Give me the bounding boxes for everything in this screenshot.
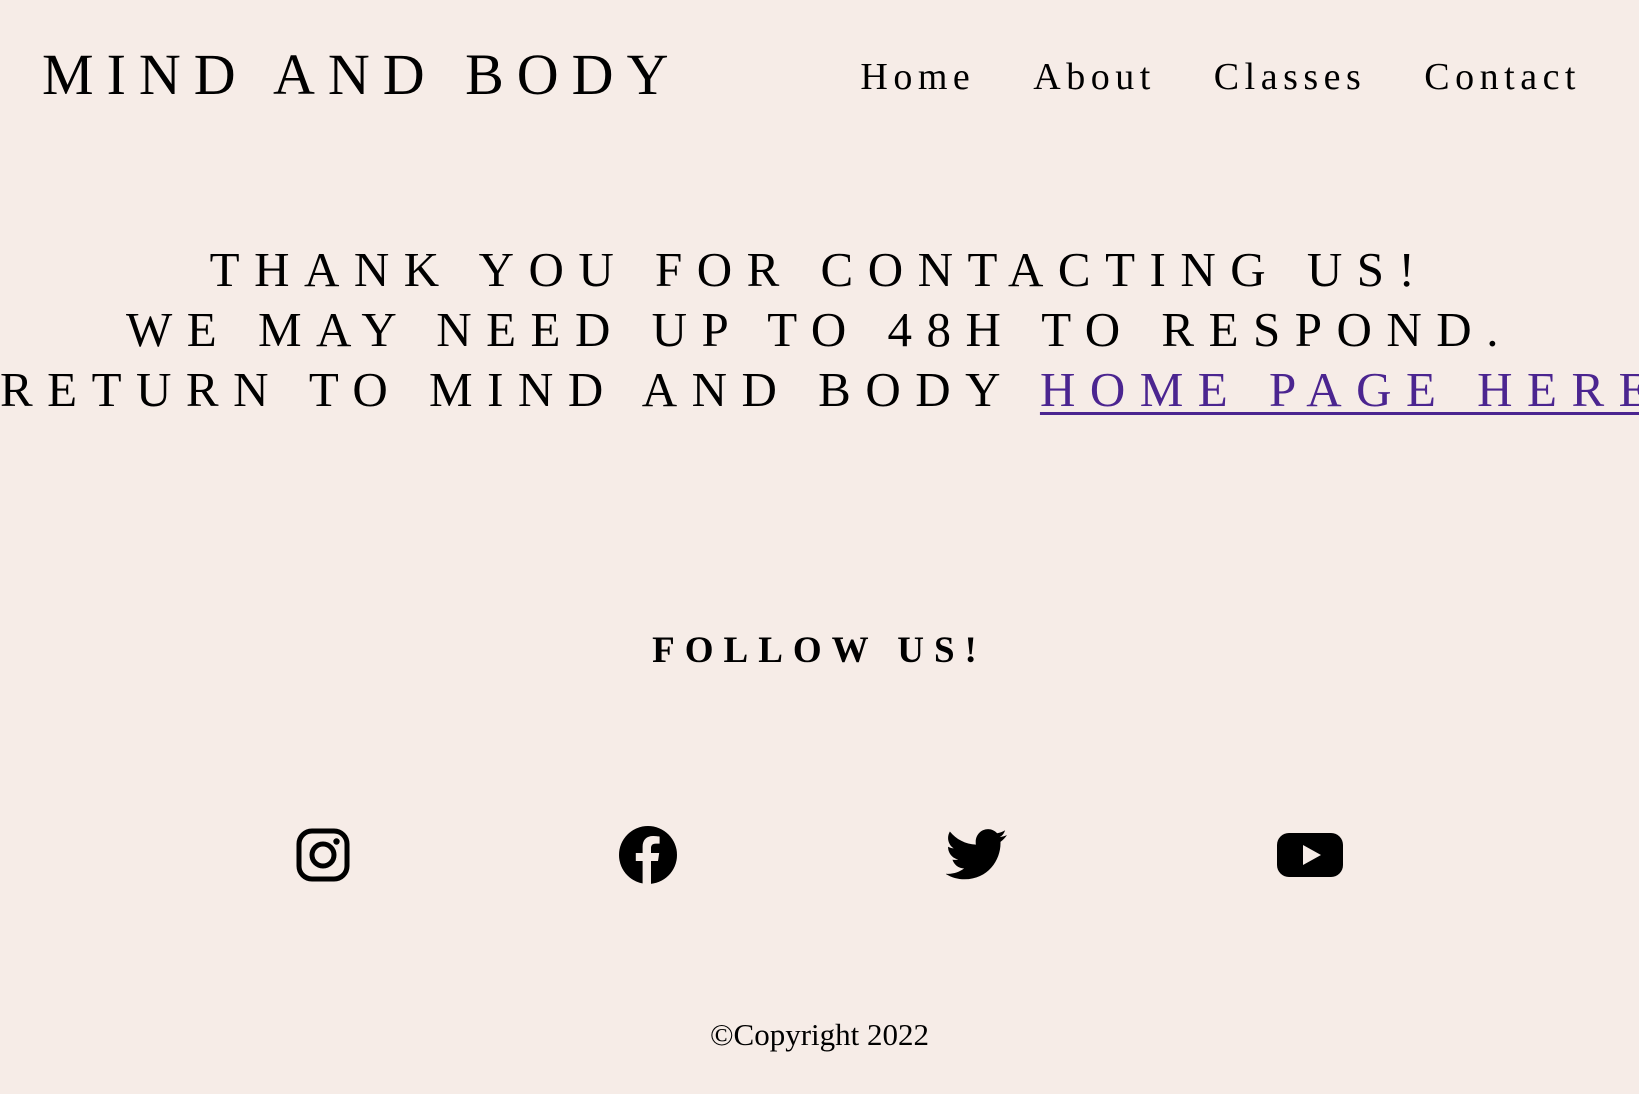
twitter-icon[interactable] [942, 820, 1012, 890]
main-nav: Home About Classes Contact [802, 52, 1581, 102]
nav-about-link[interactable]: About [1033, 52, 1156, 102]
nav-classes-link[interactable]: Classes [1214, 52, 1367, 102]
instagram-icon[interactable] [288, 820, 358, 890]
youtube-icon[interactable] [1275, 820, 1345, 890]
home-page-link[interactable]: HOME PAGE HERE [1040, 362, 1639, 417]
social-links [0, 820, 1639, 890]
facebook-icon[interactable] [613, 820, 683, 890]
thank-you-message: THANK YOU FOR CONTACTING US! WE MAY NEED… [0, 240, 1639, 420]
return-home-prefix: RETURN TO MIND AND BODY [0, 362, 1040, 417]
follow-us-heading: FOLLOW US! [652, 630, 987, 671]
site-logo[interactable]: MIND AND BODY [42, 40, 681, 110]
nav-contact-link[interactable]: Contact [1424, 52, 1581, 102]
site-header: MIND AND BODY Home About Classes Contact [0, 0, 1639, 150]
nav-home-link[interactable]: Home [860, 52, 975, 102]
copyright-text: ©Copyright 2022 [709, 1017, 930, 1052]
thank-you-line: THANK YOU FOR CONTACTING US! [209, 242, 1430, 297]
response-time-line: WE MAY NEED UP TO 48H TO RESPOND. [126, 302, 1513, 357]
return-home-line: RETURN TO MIND AND BODY HOME PAGE HERE! [0, 360, 1639, 420]
